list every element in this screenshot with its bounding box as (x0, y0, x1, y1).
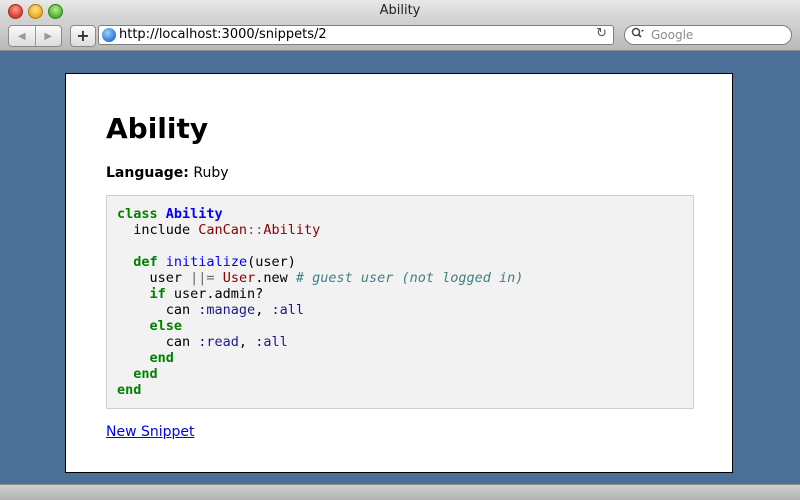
code-token: include (117, 222, 199, 238)
code-line: else (117, 318, 523, 334)
page-title: Ability (106, 112, 209, 145)
code-token: # guest user (not logged in) (295, 270, 524, 286)
code-line: end (117, 350, 523, 366)
code-token: Ability (165, 206, 223, 222)
code-token: end (133, 366, 158, 382)
status-bar (0, 484, 800, 500)
search-icon (631, 27, 645, 42)
reload-icon[interactable]: ↻ (596, 26, 607, 41)
back-arrow-icon: ◀ (17, 30, 26, 42)
code-token: user.admin? (165, 286, 264, 302)
code-line: user ||= User.new # guest user (not logg… (117, 270, 524, 286)
code-token: if (149, 286, 166, 302)
code-token: (user) (247, 254, 296, 270)
code-token: :manage (198, 302, 256, 318)
code-token: else (149, 318, 183, 334)
code-token: :read (198, 334, 239, 350)
back-button[interactable]: ◀ (9, 26, 35, 46)
code-token: :all (255, 334, 288, 350)
forward-button[interactable]: ▶ (34, 26, 62, 46)
search-field[interactable]: Google (624, 25, 792, 45)
code-token: can (117, 334, 199, 350)
page-content: Ability Language: Ruby class Ability inc… (65, 73, 733, 473)
language-line: Language: Ruby (106, 165, 229, 181)
window-title: Ability (379, 3, 421, 18)
search-placeholder: Google (651, 28, 694, 42)
new-snippet-link[interactable]: New Snippet (106, 424, 195, 440)
code-token: end (149, 350, 174, 366)
url-text[interactable]: http://localhost:3000/snippets/2 (119, 27, 327, 42)
address-bar[interactable]: http://localhost:3000/snippets/2 ↻ (98, 25, 614, 45)
language-value: Ruby (193, 165, 229, 181)
forward-arrow-icon: ▶ (44, 30, 53, 42)
code-line: can :read, :all (117, 334, 523, 350)
code-token: class (117, 206, 158, 222)
code-token: def (133, 254, 158, 270)
code-token: User (222, 270, 256, 286)
code-token: .new (255, 270, 296, 286)
code-token: can (117, 302, 199, 318)
globe-icon (102, 28, 116, 42)
code-line: class Ability (117, 206, 523, 222)
code-token: , (255, 302, 272, 318)
code-block: class Ability include CanCan::Ability de… (106, 195, 694, 409)
code-line: include CanCan::Ability (117, 222, 523, 238)
code-line: end (117, 366, 523, 382)
code-text: class Ability include CanCan::Ability de… (117, 206, 523, 398)
code-token: end (117, 382, 142, 398)
language-label: Language: (106, 165, 189, 181)
code-token: user (117, 270, 191, 286)
code-line: if user.admin? (117, 286, 523, 302)
code-token: :all (271, 302, 304, 318)
browser-toolbar: ◀ ▶ + http://localhost:3000/snippets/2 ↻… (0, 22, 800, 51)
code-line: can :manage, :all (117, 302, 523, 318)
code-line: def initialize(user) (117, 254, 523, 270)
code-token: CanCan (198, 222, 248, 238)
code-line: end (117, 382, 523, 398)
add-bookmark-button[interactable]: + (70, 25, 96, 47)
code-token: Ability (263, 222, 321, 238)
code-token: ||= (190, 270, 215, 286)
code-token: :: (247, 222, 264, 238)
nav-buttons: ◀ ▶ (8, 25, 62, 47)
code-token: initialize (165, 254, 248, 270)
plus-icon: + (76, 26, 90, 45)
title-bar: Ability (0, 0, 800, 23)
code-token: , (238, 334, 256, 350)
